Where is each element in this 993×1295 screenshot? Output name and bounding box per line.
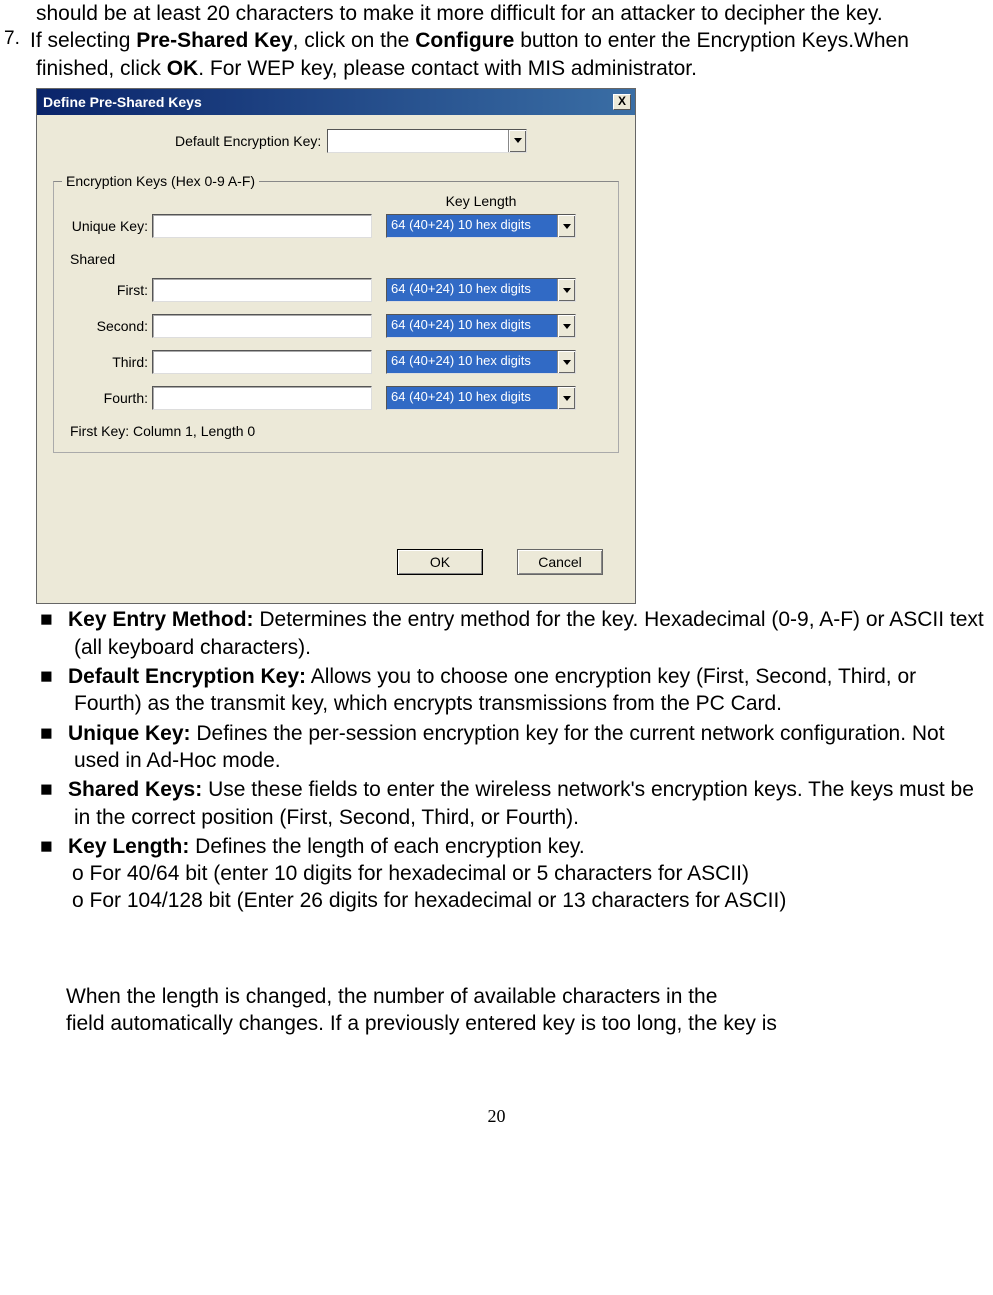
- ordered-list-item-7: 7.If selecting Pre-Shared Key, click on …: [36, 27, 989, 82]
- bullet-shared-keys: ■Shared Keys: Use these fields to enter …: [74, 776, 989, 831]
- unique-key-input[interactable]: [152, 214, 372, 238]
- bottom-paragraph: When the length is changed, the number o…: [66, 983, 989, 1038]
- bullet-icon: ■: [40, 663, 68, 690]
- fourth-key-length-dropdown[interactable]: 64 (40+24) 10 hex digits: [386, 386, 576, 410]
- dropdown-value: 64 (40+24) 10 hex digits: [387, 387, 557, 409]
- bullet-text: Defines the per-session encryption key f…: [74, 722, 945, 772]
- first-key-length-dropdown[interactable]: 64 (40+24) 10 hex digits: [386, 278, 576, 302]
- chevron-down-icon[interactable]: [557, 315, 575, 337]
- fourth-key-label: Fourth:: [66, 389, 152, 407]
- ok-button[interactable]: OK: [397, 549, 483, 575]
- chevron-down-icon[interactable]: [557, 387, 575, 409]
- sub-bullet-104128: o For 104/128 bit (Enter 26 digits for h…: [72, 887, 989, 914]
- dropdown-value: 64 (40+24) 10 hex digits: [387, 279, 557, 301]
- bullet-unique-key: ■Unique Key: Defines the per-session enc…: [74, 720, 989, 775]
- third-key-input[interactable]: [152, 350, 372, 374]
- bullet-key-length: ■Key Length: Defines the length of each …: [74, 833, 989, 860]
- bold-text: Configure: [415, 29, 514, 52]
- chevron-down-icon[interactable]: [557, 215, 575, 237]
- bullet-icon: ■: [40, 606, 68, 633]
- second-key-label: Second:: [66, 317, 152, 335]
- dropdown-value: [328, 130, 508, 152]
- chevron-down-icon[interactable]: [557, 351, 575, 373]
- bold-text: Pre-Shared Key: [136, 29, 292, 52]
- unique-key-label: Unique Key:: [66, 217, 152, 235]
- second-key-length-dropdown[interactable]: 64 (40+24) 10 hex digits: [386, 314, 576, 338]
- default-encryption-key-dropdown[interactable]: [327, 129, 527, 153]
- list-marker: 7.: [4, 27, 30, 52]
- bullet-bold: Key Entry Method:: [68, 608, 254, 631]
- third-key-length-dropdown[interactable]: 64 (40+24) 10 hex digits: [386, 350, 576, 374]
- dropdown-value: 64 (40+24) 10 hex digits: [387, 215, 557, 237]
- bullet-text: Defines the length of each encryption ke…: [189, 835, 584, 858]
- bullet-icon: ■: [40, 776, 68, 803]
- unique-key-length-dropdown[interactable]: 64 (40+24) 10 hex digits: [386, 214, 576, 238]
- dialog-titlebar: Define Pre-Shared Keys X: [37, 89, 635, 115]
- bullet-bold: Key Length:: [68, 835, 189, 858]
- text: . For WEP key, please contact with MIS a…: [198, 57, 697, 80]
- default-encryption-key-label: Default Encryption Key:: [175, 132, 327, 150]
- bullet-icon: ■: [40, 833, 68, 860]
- dialog-title: Define Pre-Shared Keys: [43, 93, 202, 111]
- bullet-bold: Unique Key:: [68, 722, 191, 745]
- bullet-icon: ■: [40, 720, 68, 747]
- paragraph-continuation: should be at least 20 characters to make…: [36, 0, 989, 27]
- first-key-input[interactable]: [152, 278, 372, 302]
- text: , click on the: [293, 29, 416, 52]
- bullet-key-entry-method: ■Key Entry Method: Determines the entry …: [74, 606, 989, 661]
- bold-text: OK: [167, 57, 199, 80]
- key-length-header: Key Length: [356, 192, 606, 210]
- sub-bullet-4064: o For 40/64 bit (enter 10 digits for hex…: [72, 860, 989, 887]
- bullet-default-encryption-key: ■Default Encryption Key: Allows you to c…: [74, 663, 989, 718]
- first-key-label: First:: [66, 281, 152, 299]
- text-line: When the length is changed, the number o…: [66, 983, 989, 1010]
- fourth-key-input[interactable]: [152, 386, 372, 410]
- second-key-input[interactable]: [152, 314, 372, 338]
- close-icon[interactable]: X: [613, 94, 631, 110]
- text: If selecting: [30, 29, 136, 52]
- shared-label: Shared: [70, 250, 606, 268]
- bullet-text: Use these fields to enter the wireless n…: [74, 778, 974, 828]
- define-pre-shared-keys-dialog: Define Pre-Shared Keys X Default Encrypt…: [36, 88, 636, 605]
- cancel-button[interactable]: Cancel: [517, 549, 603, 575]
- dropdown-value: 64 (40+24) 10 hex digits: [387, 315, 557, 337]
- chevron-down-icon[interactable]: [508, 130, 526, 152]
- status-text: First Key: Column 1, Length 0: [70, 422, 606, 440]
- group-legend: Encryption Keys (Hex 0-9 A-F): [62, 172, 259, 190]
- chevron-down-icon[interactable]: [557, 279, 575, 301]
- third-key-label: Third:: [66, 353, 152, 371]
- page-number: 20: [4, 1105, 989, 1128]
- bullet-bold: Default Encryption Key:: [68, 665, 306, 688]
- bullet-bold: Shared Keys:: [68, 778, 202, 801]
- encryption-keys-group: Encryption Keys (Hex 0-9 A-F) Key Length…: [53, 181, 619, 454]
- text-line: field automatically changes. If a previo…: [66, 1010, 989, 1037]
- dropdown-value: 64 (40+24) 10 hex digits: [387, 351, 557, 373]
